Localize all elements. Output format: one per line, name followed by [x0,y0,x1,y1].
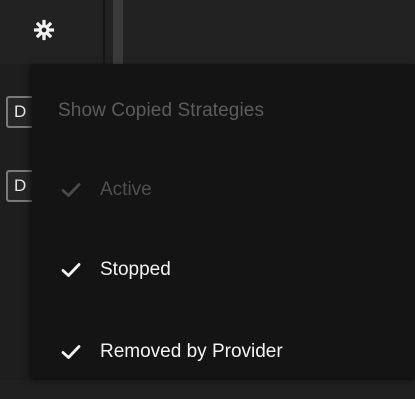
menu-item-removed-by-provider[interactable]: Removed by Provider [32,324,415,380]
toolbar-divider [113,0,123,64]
checkmark-icon [60,259,82,281]
menu-header: Show Copied Strategies [58,100,265,121]
toolbar-divider-dark [103,0,105,64]
menu-item-label: Removed by Provider [100,341,283,362]
app-root: D D Show Copied Strategies Active Stoppe… [0,0,415,399]
menu-item-label: Active [100,179,152,200]
gear-icon [33,19,55,41]
checkmark-icon [60,179,82,201]
menu-item-active[interactable]: Active [32,162,415,218]
menu-item-stopped[interactable]: Stopped [32,242,415,298]
menu-item-label: Stopped [100,259,171,280]
toolbar [0,0,415,64]
copied-strategies-menu: Show Copied Strategies Active Stopped Re… [32,64,415,378]
settings-button[interactable] [28,14,60,46]
background-strip [0,380,415,399]
checkmark-icon [60,341,82,363]
